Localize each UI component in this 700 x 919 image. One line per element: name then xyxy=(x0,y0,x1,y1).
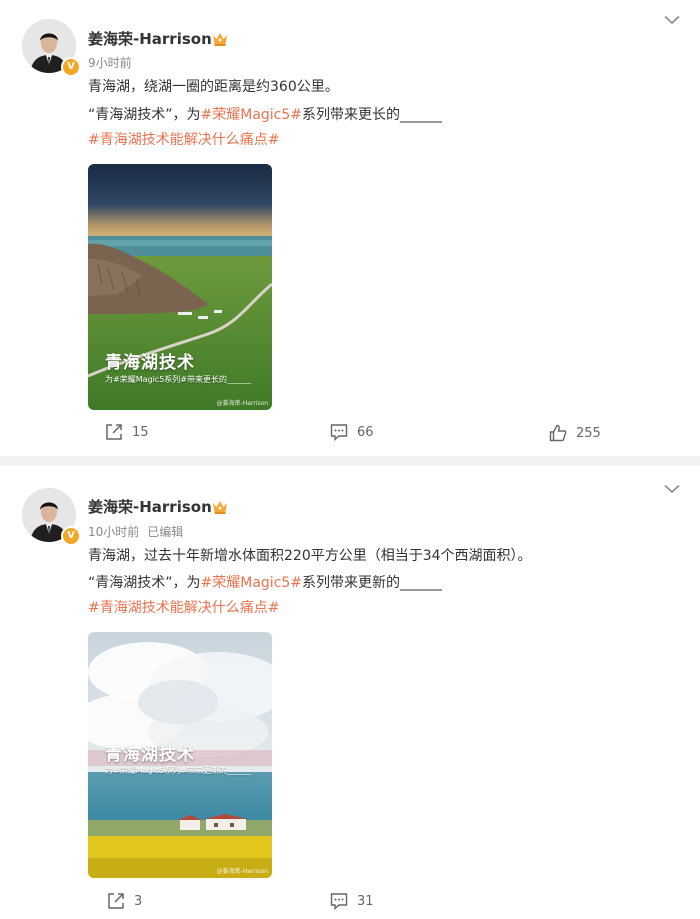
image-subtitle: 为#荣耀Magic5系列#带来更新的______ xyxy=(105,766,251,775)
repost-icon xyxy=(106,424,122,440)
hashtag-link[interactable]: #青海湖技术能解决什么痛点# xyxy=(88,130,279,150)
repost-button[interactable]: 3 xyxy=(107,892,142,910)
repost-icon xyxy=(108,893,124,909)
post-image[interactable]: 青海湖技术 为#荣耀Magic5系列#带来更新的______ @姜海荣-Harr… xyxy=(88,632,272,878)
comment-button[interactable]: 31 xyxy=(330,892,374,910)
text-segment: “青海湖技术”，为 xyxy=(88,107,201,123)
thumbs-up-icon xyxy=(549,424,567,442)
comment-button[interactable]: 66 xyxy=(330,423,374,441)
image-title: 青海湖技术 xyxy=(105,353,195,373)
hashtag-link[interactable]: #青海湖技术能解决什么痛点# xyxy=(88,598,279,618)
image-subtitle: 为#荣耀Magic5系列#带来更长的______ xyxy=(105,375,251,384)
image-title: 青海湖技术 xyxy=(105,745,195,765)
post-meta: 10小时前 已编辑 xyxy=(88,524,183,540)
author-name[interactable]: 姜海荣-Harrison xyxy=(88,29,212,49)
post-time[interactable]: 9小时前 xyxy=(88,56,132,70)
text-segment: “青海湖技术”，为 xyxy=(88,575,201,591)
repost-count: 15 xyxy=(132,424,149,440)
topic-link[interactable]: #荣耀Magic5# xyxy=(201,575,303,591)
chevron-down-icon[interactable] xyxy=(664,484,680,494)
crown-icon xyxy=(213,501,227,514)
post-time[interactable]: 10小时前 xyxy=(88,525,139,539)
comment-icon xyxy=(330,893,348,910)
text-segment: 系列带来更长的______ xyxy=(302,107,443,123)
chevron-down-icon[interactable] xyxy=(664,15,680,25)
comment-count: 66 xyxy=(357,424,374,440)
post-meta: 9小时前 xyxy=(88,55,132,71)
post-text-line-2: “青海湖技术”，为#荣耀Magic5#系列带来更新的______ xyxy=(88,573,442,593)
comment-count: 31 xyxy=(357,893,374,909)
text-segment: 系列带来更新的______ xyxy=(302,575,443,591)
post-text-line-1: 青海湖，绕湖一圈的距离是约360公里。 xyxy=(88,79,339,95)
repost-button[interactable]: 15 xyxy=(105,423,149,441)
like-count: 255 xyxy=(576,425,601,441)
like-button[interactable]: 255 xyxy=(549,424,601,442)
weibo-post-1: V 姜海荣-Harrison 9小时前 青海湖，绕湖一圈的距离是约360公里。 … xyxy=(0,0,700,456)
crown-icon xyxy=(213,33,227,46)
image-watermark: @姜海荣-Harrison xyxy=(216,400,268,407)
verified-badge-icon: V xyxy=(61,57,81,77)
comment-icon xyxy=(330,424,348,441)
image-watermark: @姜海荣-Harrison xyxy=(216,868,268,875)
weibo-post-2: V 姜海荣-Harrison 10小时前 已编辑 青海湖，过去十年新增水体面积22… xyxy=(0,466,700,919)
verified-badge-icon: V xyxy=(61,526,81,546)
post-image[interactable]: 青海湖技术 为#荣耀Magic5系列#带来更长的______ @姜海荣-Harr… xyxy=(88,164,272,410)
topic-link[interactable]: #荣耀Magic5# xyxy=(201,107,303,123)
edited-label[interactable]: 已编辑 xyxy=(147,525,183,539)
author-name[interactable]: 姜海荣-Harrison xyxy=(88,497,212,517)
post-text-line-1: 青海湖，过去十年新增水体面积220平方公里（相当于34个西湖面积）。 xyxy=(88,548,532,564)
post-text-line-2: “青海湖技术”，为#荣耀Magic5#系列带来更长的______ xyxy=(88,105,442,125)
post-separator xyxy=(0,456,700,466)
repost-count: 3 xyxy=(134,893,143,909)
